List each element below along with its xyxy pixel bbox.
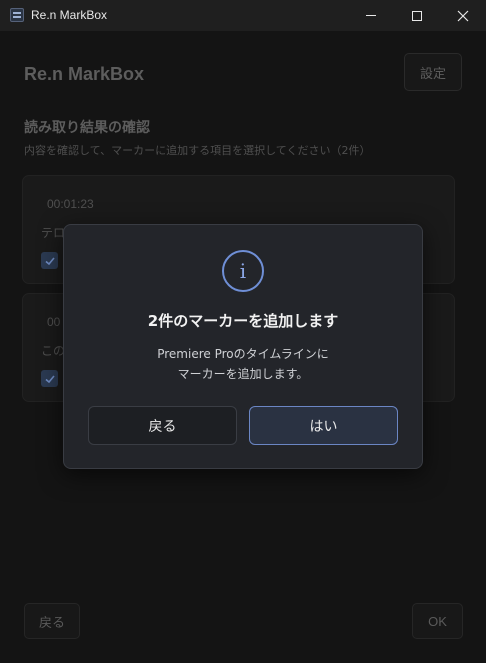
dialog-title: 2件のマーカーを追加します — [147, 312, 339, 330]
section-subtitle: 内容を確認して、マーカーに追加する項目を選択してください（2件） — [24, 144, 371, 157]
dialog-back-button[interactable]: 戻る — [88, 406, 237, 445]
section-title: 読み取り結果の確認 — [24, 120, 150, 136]
close-icon — [457, 10, 469, 21]
minimize-button[interactable] — [348, 0, 394, 31]
app-title: Re.n MarkBox — [24, 64, 145, 84]
app-icon — [10, 8, 24, 22]
card-checkbox[interactable] — [41, 370, 58, 387]
card-checkbox[interactable] — [41, 252, 58, 269]
dialog-message: Premiere Proのタイムラインに マーカーを追加します。 — [64, 344, 422, 384]
settings-button[interactable]: 設定 — [404, 53, 462, 91]
card-timecode: 00 — [47, 315, 61, 329]
card-text: テロ — [41, 226, 66, 240]
dialog-message-line: Premiere Proのタイムラインに — [157, 347, 329, 361]
info-icon: i — [222, 250, 264, 292]
confirm-dialog: i 2件のマーカーを追加します Premiere Proのタイムラインに マーカ… — [63, 224, 423, 469]
card-text: この — [41, 344, 66, 358]
window-titlebar[interactable]: Re.n MarkBox — [0, 0, 486, 31]
minimize-icon — [366, 15, 376, 16]
maximize-icon — [412, 10, 422, 21]
window-title: Re.n MarkBox — [31, 8, 108, 22]
check-icon — [44, 374, 55, 383]
check-icon — [44, 256, 55, 265]
ok-button[interactable]: OK — [412, 603, 463, 639]
close-button[interactable] — [440, 0, 486, 31]
card-timecode: 00:01:23 — [47, 197, 94, 211]
dialog-message-line: マーカーを追加します。 — [177, 367, 309, 381]
dialog-yes-button[interactable]: はい — [249, 406, 398, 445]
maximize-button[interactable] — [394, 0, 440, 31]
back-button[interactable]: 戻る — [24, 603, 80, 639]
